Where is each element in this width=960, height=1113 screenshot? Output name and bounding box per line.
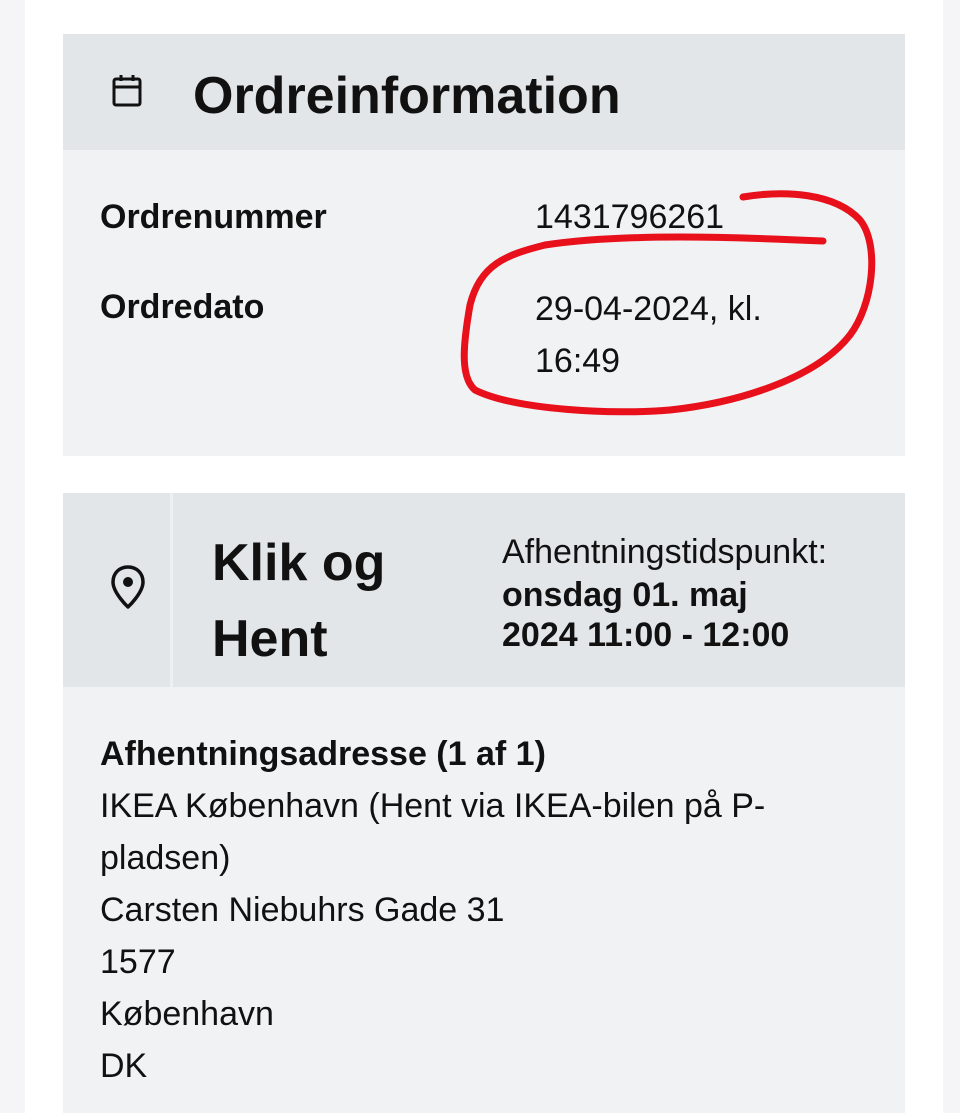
order-date-label: Ordredato (100, 288, 265, 326)
order-date-value: 29-04-2024, kl. 16:49 (535, 283, 835, 387)
address-line: 1577 (100, 943, 176, 981)
click-and-collect-title-line-2: Hent (212, 610, 328, 668)
location-pin-icon (111, 565, 145, 609)
click-and-collect-title: Klik og Hent (212, 525, 472, 677)
pickup-time-line-1: onsdag 01. maj (502, 576, 748, 614)
address-line: DK (100, 1047, 148, 1085)
address-line: IKEA København (Hent via IKEA-bilen på P… (100, 787, 766, 825)
order-date-line-2: 16:49 (535, 342, 621, 380)
page: Ordreinformation Ordrenummer 1431796261 … (0, 0, 960, 1113)
pickup-address: IKEA København (Hent via IKEA-bilen på P… (100, 780, 860, 1092)
click-and-collect-title-line-1: Klik og (212, 534, 386, 592)
order-info-title: Ordreinformation (193, 67, 621, 125)
calendar-icon (112, 75, 142, 107)
pickup-time-line-2: 2024 11:00 - 12:00 (502, 616, 790, 654)
address-line: København (100, 995, 274, 1033)
address-line: pladsen) (100, 839, 231, 877)
pickup-address-heading: Afhentningsadresse (1 af 1) (100, 735, 546, 773)
pickup-time-value: onsdag 01. maj 2024 11:00 - 12:00 (502, 575, 882, 655)
order-date-line-1: 29-04-2024, kl. (535, 290, 762, 328)
address-line: Carsten Niebuhrs Gade 31 (100, 891, 505, 929)
pickup-time-label: Afhentningstidspunkt: (502, 533, 828, 571)
order-number-label: Ordrenummer (100, 198, 327, 236)
order-number-value: 1431796261 (535, 198, 725, 236)
